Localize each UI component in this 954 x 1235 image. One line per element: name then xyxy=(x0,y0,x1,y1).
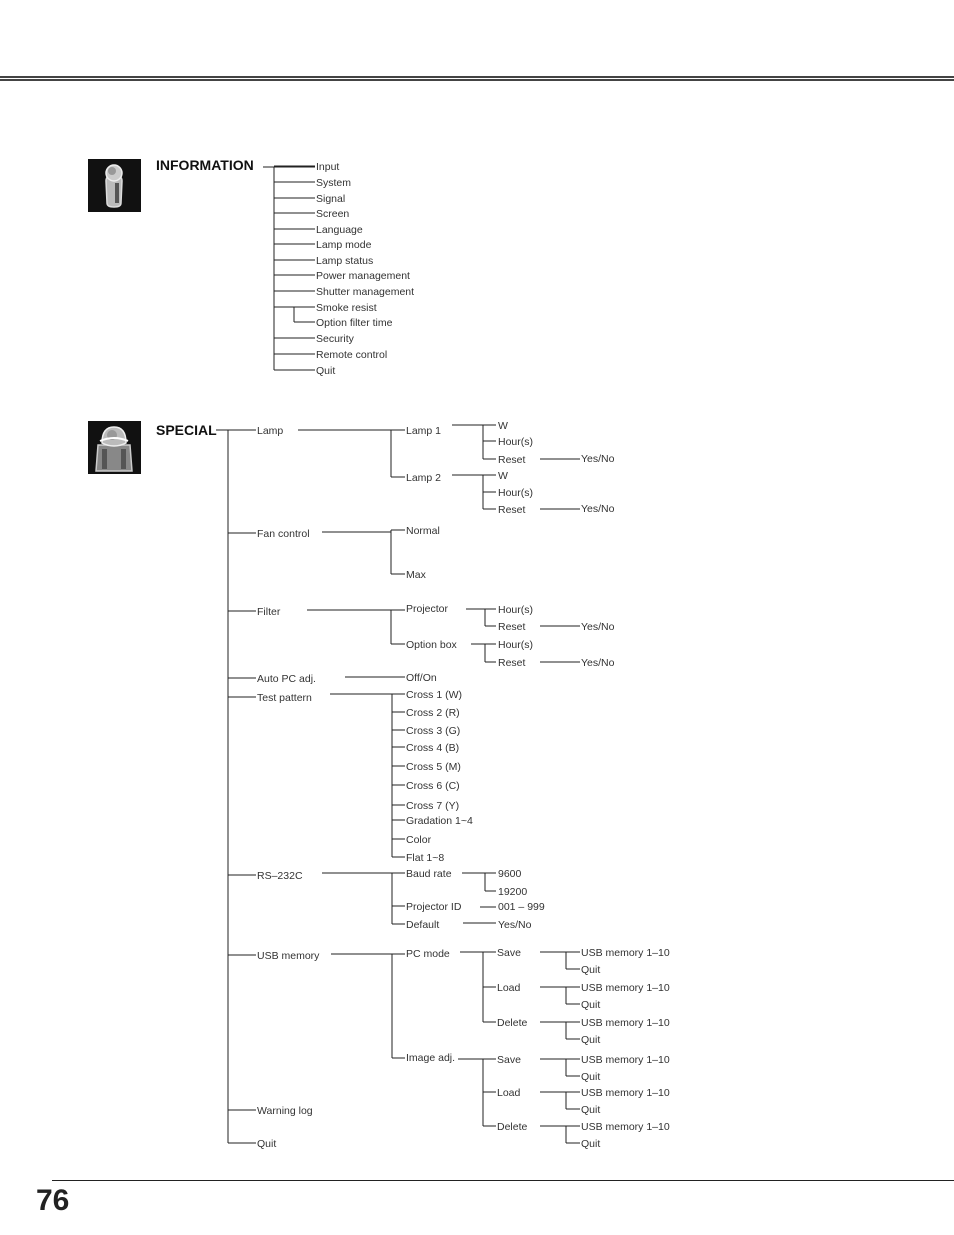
special-item-warning-log: Warning log xyxy=(257,1105,313,1117)
baud-rate-label: Baud rate xyxy=(406,868,452,880)
test-pattern-7: Cross 7 (Y) xyxy=(406,800,459,812)
special-item-usb-memory: USB memory xyxy=(257,950,320,962)
test-pattern-6: Cross 6 (C) xyxy=(406,780,460,792)
info-item-option-filter-time: Option filter time xyxy=(316,317,393,329)
filter-sub-reset: Reset xyxy=(498,657,526,669)
filter-projector: Projector xyxy=(406,603,449,615)
image-adj-delete-quit: Quit xyxy=(581,1138,600,1150)
image-adj-load-quit: Quit xyxy=(581,1104,600,1116)
lamp-sub-w: W xyxy=(498,420,508,432)
test-pattern-1: Cross 1 (W) xyxy=(406,689,462,701)
special-item-test-pattern: Test pattern xyxy=(257,692,312,704)
baud-9600: 9600 xyxy=(498,868,522,880)
info-item-input: Input xyxy=(316,161,339,173)
page-number: 76 xyxy=(36,1184,70,1217)
projector-id-label: Projector ID xyxy=(406,901,462,913)
info-item-smoke-resist: Smoke resist xyxy=(316,302,377,314)
filter-option-box: Option box xyxy=(406,639,458,651)
special-item-auto-pc-adj-: Auto PC adj. xyxy=(257,673,316,685)
pc-mode-delete-usb-memory: USB memory 1–10 xyxy=(581,1017,670,1029)
info-item-remote-control: Remote control xyxy=(316,349,387,361)
info-item-shutter-management: Shutter management xyxy=(316,286,414,298)
info-item-quit: Quit xyxy=(316,365,335,377)
pc-mode-save: Save xyxy=(497,947,521,959)
fan-normal: Normal xyxy=(406,525,440,537)
pc-mode-load-quit: Quit xyxy=(581,999,600,1011)
info-item-lamp-mode: Lamp mode xyxy=(316,239,372,251)
image-adj-delete: Delete xyxy=(497,1121,528,1133)
filter-sub-hour-s-: Hour(s) xyxy=(498,604,533,616)
lamp1-label: Lamp 1 xyxy=(406,425,441,437)
pc-mode-load-usb-memory: USB memory 1–10 xyxy=(581,982,670,994)
test-pattern-10: Flat 1~8 xyxy=(406,852,444,864)
lamp-sub-reset: Reset xyxy=(498,504,526,516)
test-pattern-3: Cross 3 (G) xyxy=(406,725,460,737)
pc-mode-delete: Delete xyxy=(497,1017,528,1029)
reset-option: Yes/No xyxy=(581,453,615,465)
reset-option: Yes/No xyxy=(581,621,615,633)
baud-19200: 19200 xyxy=(498,886,527,898)
special-item-quit: Quit xyxy=(257,1138,276,1150)
image-adj-save-usb-memory: USB memory 1–10 xyxy=(581,1054,670,1066)
pc-mode-save-usb-memory: USB memory 1–10 xyxy=(581,947,670,959)
test-pattern-9: Color xyxy=(406,834,432,846)
info-item-signal: Signal xyxy=(316,193,345,205)
special-item-rs-232c: RS–232C xyxy=(257,870,303,882)
info-item-language: Language xyxy=(316,224,363,236)
test-pattern-5: Cross 5 (M) xyxy=(406,761,461,773)
pc-mode-load: Load xyxy=(497,982,521,994)
lamp-sub-hour-s-: Hour(s) xyxy=(498,436,533,448)
filter-sub-reset: Reset xyxy=(498,621,526,633)
image-adj-load: Load xyxy=(497,1087,521,1099)
reset-option: Yes/No xyxy=(581,657,615,669)
lamp2-label: Lamp 2 xyxy=(406,472,441,484)
image-adj-label: Image adj. xyxy=(406,1052,455,1064)
test-pattern-4: Cross 4 (B) xyxy=(406,742,459,754)
default-option: Yes/No xyxy=(498,919,532,931)
info-item-security: Security xyxy=(316,333,355,345)
info-item-screen: Screen xyxy=(316,208,349,220)
menu-tree-diagram: Input System Signal Screen Language Lamp mode… xyxy=(216,161,670,1150)
image-adj-save-quit: Quit xyxy=(581,1071,600,1083)
special-item-lamp: Lamp xyxy=(257,425,283,437)
projector-id-range: 001 – 999 xyxy=(498,901,545,913)
auto-pc-option: Off/On xyxy=(406,672,437,684)
lamp-sub-hour-s-: Hour(s) xyxy=(498,487,533,499)
image-adj-delete-usb-memory: USB memory 1–10 xyxy=(581,1121,670,1133)
info-item-power-management: Power management xyxy=(316,270,410,282)
reset-option: Yes/No xyxy=(581,503,615,515)
footer-rule xyxy=(52,1180,954,1181)
info-item-lamp-status: Lamp status xyxy=(316,255,373,267)
lamp-sub-w: W xyxy=(498,470,508,482)
filter-sub-hour-s-: Hour(s) xyxy=(498,639,533,651)
special-item-fan-control: Fan control xyxy=(257,528,310,540)
pc-mode-save-quit: Quit xyxy=(581,964,600,976)
image-adj-save: Save xyxy=(497,1054,521,1066)
fan-max: Max xyxy=(406,569,427,581)
special-item-filter: Filter xyxy=(257,606,281,618)
pc-mode-delete-quit: Quit xyxy=(581,1034,600,1046)
default-label: Default xyxy=(406,919,439,931)
test-pattern-2: Cross 2 (R) xyxy=(406,707,460,719)
image-adj-load-usb-memory: USB memory 1–10 xyxy=(581,1087,670,1099)
lamp-sub-reset: Reset xyxy=(498,454,526,466)
pc-mode-label: PC mode xyxy=(406,948,450,960)
info-item-system: System xyxy=(316,177,351,189)
test-pattern-8: Gradation 1~4 xyxy=(406,815,473,827)
